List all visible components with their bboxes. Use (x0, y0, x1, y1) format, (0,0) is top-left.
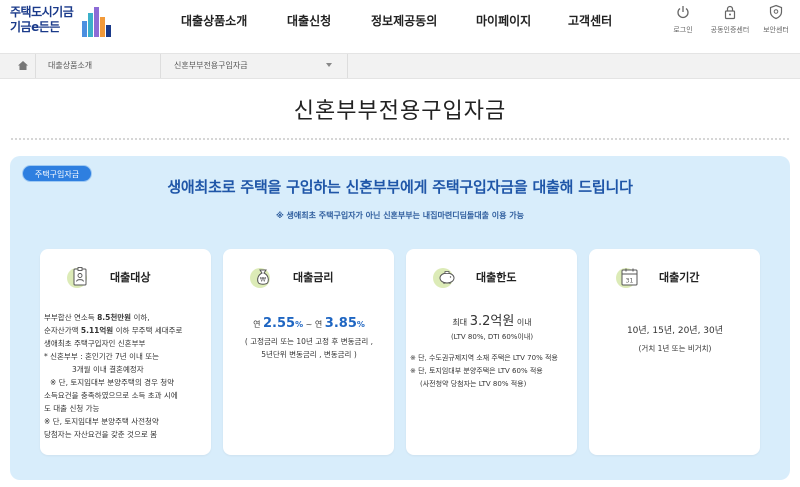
breadcrumb-divider (347, 54, 348, 78)
calendar-day: 31 (626, 278, 634, 285)
calendar-icon: 31 (616, 268, 638, 288)
rate-unit: % (295, 320, 304, 329)
card-title-term: 대출기간 (659, 271, 700, 284)
login-button[interactable]: 로그인 (661, 4, 705, 38)
card-loan-target: 대출대상 부부합산 연소득 8.5천만원 이하, 순자산가액 5.11억원 이하… (40, 249, 211, 455)
breadcrumb-level1[interactable]: 대출상품소개 (48, 60, 92, 71)
home-button[interactable] (10, 54, 36, 78)
limit-amount-value: 3.2억원 (469, 314, 515, 329)
nav-item-products[interactable]: 대출상품소개 (181, 12, 247, 29)
security-center-button[interactable]: 보안센터 (754, 4, 798, 38)
panel-note: ※ 생애최초 주택구입자가 아닌 신혼부부는 내집마련디딤돌대출 이용 가능 (275, 211, 525, 220)
card-body-target: 부부합산 연소득 8.5천만원 이하, 순자산가액 5.11억원 이하 무주택 … (44, 311, 208, 441)
home-icon (18, 61, 28, 70)
card-title-limit: 대출한도 (476, 271, 517, 284)
target-text: 부부합산 연소득 (44, 313, 98, 322)
target-text: 이하 무주택 세대주로 (113, 326, 183, 335)
limit-note: ※ 단, 수도권규제지역 소재 주택은 LTV 70% 적용 (410, 354, 558, 362)
card-title-target: 대출대상 (110, 271, 151, 284)
login-label: 로그인 (673, 26, 693, 34)
limit-amount-line: 최대 3.2억원 이내 (410, 315, 574, 329)
limit-text: 최대 (452, 318, 470, 327)
nav-item-support[interactable]: 고객센터 (568, 12, 612, 29)
shield-icon (769, 4, 783, 20)
target-line: 3개월 이내 결혼예정자 (72, 365, 144, 374)
piggy-bank-icon (433, 268, 455, 288)
target-text: 이하, (131, 313, 150, 322)
breadcrumb-divider (160, 54, 161, 78)
limit-note: ※ 단, 토지임대부 분양주택은 LTV 60% 적용 (410, 367, 543, 375)
rate-note: ( 고정금리 또는 10년 고정 후 변동금리 , (244, 337, 374, 346)
rate-text: ~ 연 (303, 320, 325, 329)
svg-text:₩: ₩ (260, 277, 266, 284)
target-line: ※ 단, 토지임대부 분양주택 사전청약 (44, 417, 159, 426)
chevron-down-icon[interactable] (326, 63, 332, 67)
limit-note: (사전청약 당첨자는 LTV 80% 적용) (420, 380, 527, 388)
card-body-limit: 최대 3.2억원 이내 (LTV 80%, DTI 60%이내) ※ 단, 수도… (410, 315, 574, 391)
nav-item-apply[interactable]: 대출신청 (287, 12, 331, 29)
power-icon (677, 6, 689, 19)
target-line: 소득요건을 충족하였으므로 소득 초과 시에 (44, 391, 178, 400)
rate-low-value: 2.55 (263, 316, 296, 331)
target-line: 도 대출 신청 가능 (44, 404, 100, 413)
cert-center-label: 공동인증센터 (710, 26, 750, 34)
card-body-term: 10년, 15년, 20년, 30년 (거치 1년 또는 비거치) (593, 325, 757, 355)
target-text: 순자산가액 (44, 326, 81, 335)
target-line: * 신혼부부 : 혼인기간 7년 이내 또는 (44, 352, 160, 361)
card-title-rate: 대출금리 (293, 271, 334, 284)
target-line: 생애최초 주택구입자인 신혼부부 (44, 339, 146, 348)
rate-high-value: 3.85 (324, 316, 357, 331)
security-center-label: 보안센터 (763, 26, 789, 34)
limit-ratio: (LTV 80%, DTI 60%이내) (450, 333, 534, 341)
target-line-asset: 순자산가액 5.11억원 이하 무주택 세대주로 (44, 324, 208, 337)
limit-text: 이내 (514, 318, 532, 327)
card-interest-rate: ₩ 대출금리 연 2.55% ~ 연 3.85% ( 고정금리 또는 10년 고… (223, 249, 394, 455)
breadcrumb: 대출상품소개 신혼부부전용구입자금 (0, 53, 800, 79)
term-note: (거치 1년 또는 비거치) (638, 344, 712, 353)
target-line: ※ 단, 토지임대부 분양주택의 경우 청약 (50, 378, 175, 387)
page-title: 신혼부부전용구입자금 (293, 99, 507, 124)
target-asset-value: 5.11억원 (80, 326, 114, 335)
header: 주택도시기금 기금e든든 대출상품소개 대출신청 정보제공동의 마이페이지 고객… (0, 0, 800, 46)
rate-range: 연 2.55% ~ 연 3.85% (227, 317, 391, 331)
target-line-income: 부부합산 연소득 8.5천만원 이하, (44, 311, 208, 324)
rate-text: 연 (253, 320, 263, 329)
nav-item-consent[interactable]: 정보제공동의 (371, 12, 437, 29)
rate-unit: % (356, 320, 365, 329)
nav-item-mypage[interactable]: 마이페이지 (476, 12, 531, 29)
lock-icon (724, 5, 736, 20)
cert-center-button[interactable]: 공동인증센터 (708, 4, 752, 38)
card-loan-term: 31 대출기간 10년, 15년, 20년, 30년 (거치 1년 또는 비거치… (589, 249, 760, 455)
title-divider (10, 137, 790, 141)
id-card-icon (67, 267, 87, 288)
money-bag-icon: ₩ (250, 268, 270, 288)
product-summary-panel: 주택구입자금 생애최초로 주택을 구입하는 신혼부부에게 주택구입자금을 대출해… (10, 156, 790, 480)
target-line: 당첨자는 자산요건을 갖춘 것으로 봄 (44, 430, 158, 439)
card-loan-limit: 대출한도 최대 3.2억원 이내 (LTV 80%, DTI 60%이내) ※ … (406, 249, 577, 455)
card-body-rate: 연 2.55% ~ 연 3.85% ( 고정금리 또는 10년 고정 후 변동금… (227, 317, 391, 361)
breadcrumb-level2-select[interactable]: 신혼부부전용구입자금 (174, 60, 248, 71)
target-income-value: 8.5천만원 (97, 313, 132, 322)
rate-note: 5년단위 변동금리 , 변동금리 ) (261, 350, 357, 359)
panel-headline: 생애최초로 주택을 구입하는 신혼부부에게 주택구입자금을 대출해 드립니다 (167, 178, 633, 196)
term-options: 10년, 15년, 20년, 30년 (626, 326, 724, 336)
